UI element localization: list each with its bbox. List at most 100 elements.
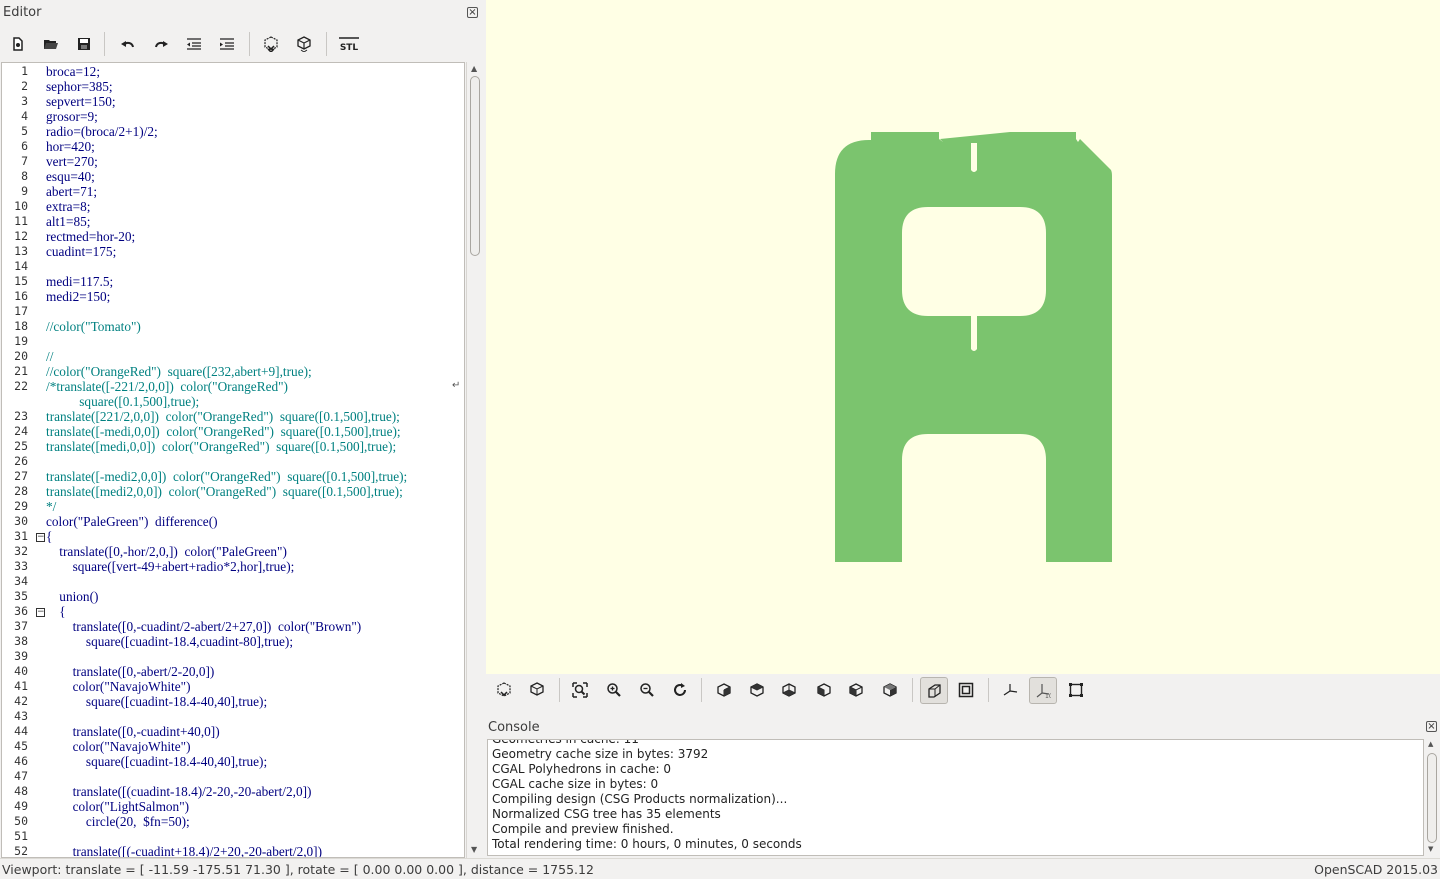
- line-number: 41: [14, 679, 28, 693]
- view-all-icon[interactable]: [568, 679, 592, 701]
- save-icon[interactable]: [72, 33, 96, 55]
- code-line: square([cuadint-18.4-40,40],true);: [46, 694, 268, 709]
- line-number: 44: [14, 724, 28, 738]
- rendered-model: [835, 132, 1112, 562]
- view-back-icon[interactable]: [878, 679, 902, 701]
- editor-scroll-thumb[interactable]: [470, 76, 480, 256]
- view-front-icon[interactable]: [844, 679, 868, 701]
- fold-marker-31[interactable]: −: [36, 533, 45, 542]
- show-edges-icon[interactable]: [1064, 679, 1088, 701]
- line-number: 32: [14, 544, 28, 558]
- 3d-viewport[interactable]: [486, 0, 1440, 674]
- view-right-icon[interactable]: [712, 679, 736, 701]
- code-line: color("LightSalmon"): [46, 799, 190, 814]
- line-number: 17: [14, 304, 28, 318]
- line-number: 24: [14, 424, 28, 438]
- zoom-in-icon[interactable]: [602, 679, 626, 701]
- line-number: 40: [14, 664, 28, 678]
- undo-icon[interactable]: [116, 33, 140, 55]
- app-version: OpenSCAD 2015.03: [1314, 862, 1438, 877]
- render-icon[interactable]: [292, 33, 316, 55]
- scroll-down-icon[interactable]: ▼: [1428, 845, 1433, 853]
- code-line: vert=270;: [46, 154, 98, 169]
- code-editor[interactable]: 1 2 3 4 5 6 7 8 9 10 11 12 13 14 15 16 17 18 19 20 21 22 23 24 2…: [1, 62, 465, 858]
- console-line: Geometries in cache: 11: [492, 739, 639, 746]
- code-line: square([vert-49+abert+radio*2,hor],true)…: [46, 559, 295, 574]
- scroll-down-icon[interactable]: ▼: [471, 845, 477, 854]
- line-number: 3: [21, 94, 28, 108]
- code-line: translate([0,-hor/2,0,]) color("PaleGree…: [46, 544, 287, 559]
- reset-view-icon[interactable]: [668, 679, 692, 701]
- editor-panel: Editor × STL 1 2 3 4 5 6 7 8 9 10 11 12 …: [0, 0, 486, 858]
- editor-scrollbar[interactable]: ▲ ▼: [466, 62, 483, 858]
- render-icon[interactable]: [525, 679, 549, 701]
- console-line: Normalized CSG tree has 35 elements: [492, 807, 721, 821]
- line-number: 47: [14, 769, 28, 783]
- line-number: 33: [14, 559, 28, 573]
- preview-icon[interactable]: [492, 679, 516, 701]
- code-line: esqu=40;: [46, 169, 95, 184]
- indent-icon[interactable]: [215, 33, 239, 55]
- wrap-indicator-icon: ↵: [452, 380, 461, 391]
- scroll-up-icon[interactable]: ▲: [471, 64, 477, 73]
- preview-icon[interactable]: [259, 33, 283, 55]
- editor-close-button[interactable]: ×: [467, 7, 478, 18]
- code-line: translate([(-cuadint+18.4)/2+20,-20-aber…: [46, 844, 323, 858]
- new-file-icon[interactable]: [6, 33, 30, 55]
- console-line: Total rendering time: 0 hours, 0 minutes…: [492, 837, 802, 851]
- line-number: 29: [14, 499, 28, 513]
- code-line: hor=420;: [46, 139, 95, 154]
- line-number: 50: [14, 814, 28, 828]
- open-file-icon[interactable]: [39, 33, 63, 55]
- code-line: sepvert=150;: [46, 94, 116, 109]
- line-number: 27: [14, 469, 28, 483]
- code-line: translate([-medi,0,0]) color("OrangeRed"…: [46, 424, 401, 439]
- orthogonal-icon[interactable]: [954, 679, 978, 701]
- console-scrollbar[interactable]: ▲ ▼: [1426, 739, 1438, 856]
- redo-icon[interactable]: [149, 33, 173, 55]
- code-line: cuadint=175;: [46, 244, 117, 259]
- unindent-icon[interactable]: [182, 33, 206, 55]
- code-line: extra=8;: [46, 199, 91, 214]
- line-number: 46: [14, 754, 28, 768]
- line-number: 14: [14, 259, 28, 273]
- line-number: 13: [14, 244, 28, 258]
- line-number: 21: [14, 364, 28, 378]
- line-number: 34: [14, 574, 28, 588]
- view-left-icon[interactable]: [812, 679, 836, 701]
- line-number-gutter: 1 2 3 4 5 6 7 8 9 10 11 12 13 14 15 16 17 18 19 20 21 22 23 24 2…: [2, 63, 32, 857]
- code-line: color("PaleGreen") difference(): [46, 514, 218, 529]
- line-number: 20: [14, 349, 28, 363]
- console-scroll-thumb[interactable]: [1427, 753, 1437, 843]
- export-stl-icon[interactable]: STL: [336, 33, 362, 55]
- code-line: medi=117.5;: [46, 274, 114, 289]
- console-output[interactable]: Geometries in cache: 11 Geometry cache si…: [487, 739, 1424, 856]
- zoom-out-icon[interactable]: [635, 679, 659, 701]
- perspective-icon[interactable]: [920, 677, 948, 704]
- line-number: 52: [14, 844, 28, 858]
- line-number: 42: [14, 694, 28, 708]
- line-number: 23: [14, 409, 28, 423]
- console-panel: Console × Geometries in cache: 11 Geometr…: [486, 716, 1440, 858]
- code-line: translate([0,-cuadint+40,0]): [46, 724, 220, 739]
- line-number: 35: [14, 589, 28, 603]
- scroll-up-icon[interactable]: ▲: [1428, 740, 1433, 748]
- fold-marker-36[interactable]: −: [36, 608, 45, 617]
- console-close-button[interactable]: ×: [1426, 721, 1437, 732]
- code-line: */: [46, 499, 57, 514]
- show-axes-icon[interactable]: [998, 679, 1022, 701]
- line-number: 28: [14, 484, 28, 498]
- line-number: 12: [14, 229, 28, 243]
- view-bottom-icon[interactable]: [777, 679, 801, 701]
- code-line: abert=71;: [46, 184, 98, 199]
- line-number: 49: [14, 799, 28, 813]
- line-number: 11: [14, 214, 28, 228]
- line-number: 51: [14, 829, 28, 843]
- view-top-icon[interactable]: [745, 679, 769, 701]
- line-number: 36: [14, 604, 28, 618]
- code-line: /*translate([-221/2,0,0]) color("OrangeR…: [46, 379, 288, 394]
- console-line: Compile and preview finished.: [492, 822, 674, 836]
- show-scale-markers-icon[interactable]: 10: [1029, 677, 1057, 704]
- line-number: 43: [14, 709, 28, 723]
- svg-text:10: 10: [1045, 693, 1051, 699]
